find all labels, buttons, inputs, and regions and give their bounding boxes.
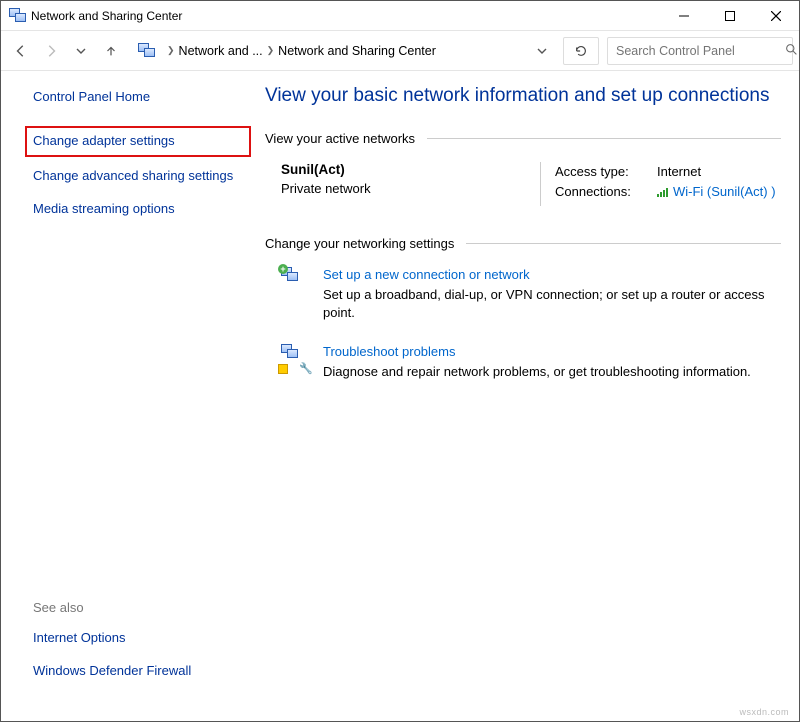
breadcrumb-segment[interactable]: Network and Sharing Center bbox=[278, 44, 436, 58]
search-box[interactable] bbox=[607, 37, 793, 65]
minimize-button[interactable] bbox=[661, 1, 707, 30]
troubleshoot-icon: 🔧 bbox=[281, 344, 309, 372]
section-active-networks: View your active networks bbox=[265, 131, 781, 146]
recent-locations-button[interactable] bbox=[67, 37, 95, 65]
back-button[interactable] bbox=[7, 37, 35, 65]
see-also-internet-options[interactable]: Internet Options bbox=[33, 629, 243, 648]
sidebar-item-label: Media streaming options bbox=[33, 201, 175, 216]
sidebar-item-media-streaming[interactable]: Media streaming options bbox=[33, 200, 243, 219]
sidebar-item-label: Change adapter settings bbox=[33, 133, 175, 148]
search-input[interactable] bbox=[614, 43, 779, 59]
chevron-right-icon: ❯ bbox=[167, 45, 175, 56]
connection-link[interactable]: Wi-Fi (Sunil(Act) ) bbox=[657, 182, 776, 205]
option-desc: Set up a broadband, dial-up, or VPN conn… bbox=[323, 286, 781, 322]
window: Network and Sharing Center bbox=[0, 0, 800, 722]
option-troubleshoot[interactable]: 🔧 Troubleshoot problems Diagnose and rep… bbox=[265, 344, 781, 381]
sidebar-home[interactable]: Control Panel Home bbox=[33, 89, 243, 104]
window-controls bbox=[661, 1, 799, 30]
see-also-label: Internet Options bbox=[33, 630, 126, 645]
breadcrumb[interactable]: ❯ Network and ... ❯ Network and Sharing … bbox=[163, 44, 527, 58]
option-title: Troubleshoot problems bbox=[323, 344, 751, 359]
app-icon bbox=[9, 8, 25, 24]
option-title: Set up a new connection or network bbox=[323, 267, 781, 282]
refresh-button[interactable] bbox=[563, 37, 599, 65]
wifi-signal-icon bbox=[657, 184, 670, 205]
chevron-right-icon: ❯ bbox=[267, 45, 275, 56]
option-new-connection[interactable]: + Set up a new connection or network Set… bbox=[265, 267, 781, 322]
divider bbox=[466, 243, 781, 244]
sidebar-item-adapter-settings[interactable]: Change adapter settings bbox=[25, 126, 251, 157]
section-label: View your active networks bbox=[265, 131, 415, 146]
access-type-value: Internet bbox=[657, 162, 701, 183]
address-dropdown-button[interactable] bbox=[529, 46, 555, 56]
sidebar-item-advanced-sharing[interactable]: Change advanced sharing settings bbox=[33, 167, 243, 186]
network-identity: Sunil(Act) Private network bbox=[281, 162, 541, 206]
network-details: Access type: Internet Connections: bbox=[541, 162, 776, 206]
connection-name: Wi-Fi (Sunil(Act) ) bbox=[673, 184, 776, 199]
section-label: Change your networking settings bbox=[265, 236, 454, 251]
search-icon bbox=[785, 43, 798, 59]
access-type-label: Access type: bbox=[555, 162, 647, 183]
watermark: wsxdn.com bbox=[739, 707, 789, 717]
navbar: ❯ Network and ... ❯ Network and Sharing … bbox=[1, 31, 799, 71]
divider bbox=[427, 138, 781, 139]
network-name: Sunil(Act) bbox=[281, 162, 540, 177]
option-desc: Diagnose and repair network problems, or… bbox=[323, 363, 751, 381]
close-button[interactable] bbox=[753, 1, 799, 30]
main-panel: View your basic network information and … bbox=[259, 71, 799, 721]
new-connection-icon: + bbox=[281, 267, 309, 295]
up-button[interactable] bbox=[97, 37, 125, 65]
network-type: Private network bbox=[281, 181, 540, 196]
section-change-settings: Change your networking settings bbox=[265, 236, 781, 251]
sidebar-bottom: See also Internet Options Windows Defend… bbox=[33, 600, 243, 705]
see-also-heading: See also bbox=[33, 600, 243, 615]
see-also-label: Windows Defender Firewall bbox=[33, 663, 191, 678]
sidebar-item-label: Change advanced sharing settings bbox=[33, 168, 233, 183]
page-title: View your basic network information and … bbox=[265, 83, 781, 109]
connections-label: Connections: bbox=[555, 182, 647, 205]
sidebar: Control Panel Home Change adapter settin… bbox=[1, 71, 259, 721]
body: Control Panel Home Change adapter settin… bbox=[1, 71, 799, 721]
address-icon bbox=[137, 41, 157, 61]
titlebar: Network and Sharing Center bbox=[1, 1, 799, 31]
forward-button[interactable] bbox=[37, 37, 65, 65]
window-title: Network and Sharing Center bbox=[31, 9, 661, 23]
maximize-button[interactable] bbox=[707, 1, 753, 30]
active-network: Sunil(Act) Private network Access type: … bbox=[265, 162, 781, 206]
see-also-defender-firewall[interactable]: Windows Defender Firewall bbox=[33, 662, 243, 681]
breadcrumb-segment[interactable]: Network and ... bbox=[179, 44, 263, 58]
